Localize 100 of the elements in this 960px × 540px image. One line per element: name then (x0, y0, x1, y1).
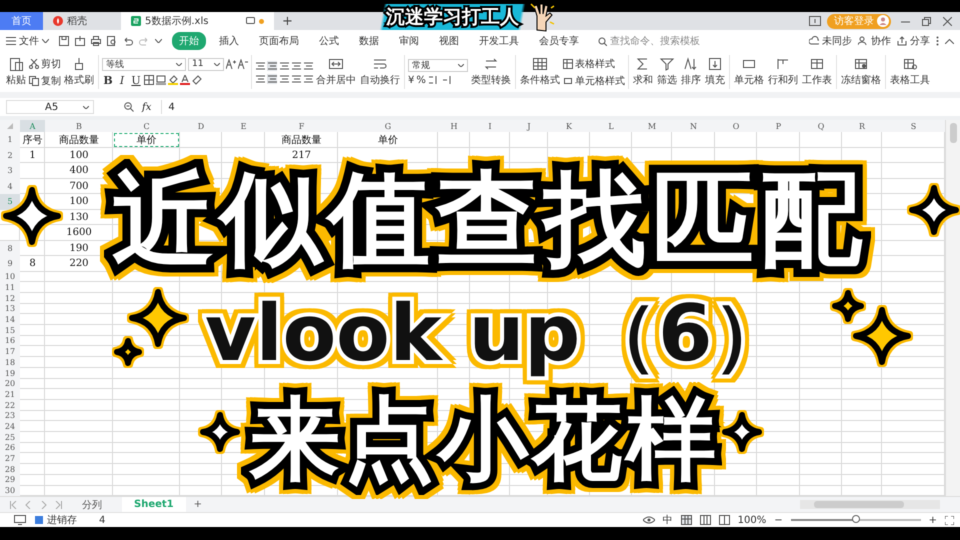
align-top-icon[interactable] (255, 60, 265, 70)
bold-button[interactable]: B (102, 74, 114, 86)
zoom-slider-thumb[interactable] (852, 515, 860, 523)
menu-tab[interactable]: 数据 (352, 32, 386, 50)
align-left-icon[interactable] (255, 74, 265, 84)
align-bottom-icon[interactable] (279, 60, 289, 70)
ribbon-button[interactable]: 筛选 (655, 57, 679, 87)
column-header[interactable]: C (113, 120, 180, 132)
column-header[interactable]: R (842, 120, 882, 132)
menu-tab[interactable]: 开发工具 (472, 32, 526, 50)
add-sheet-button[interactable]: + (194, 499, 202, 510)
align-right-icon[interactable] (279, 74, 289, 84)
row-header[interactable]: 26 (0, 442, 20, 454)
horizontal-scrollbar[interactable] (800, 500, 940, 509)
column-header[interactable]: I (470, 120, 510, 132)
border-icon[interactable] (144, 75, 154, 85)
row-header[interactable]: 12 (0, 292, 20, 304)
zoom-out-button[interactable]: − (774, 514, 783, 526)
row-header[interactable]: 21 (0, 389, 20, 400)
row-header[interactable]: 19 (0, 368, 20, 378)
justify-icon[interactable] (291, 74, 301, 84)
zoom-icon[interactable] (124, 102, 134, 112)
row-header[interactable]: 16 (0, 336, 20, 346)
file-menu[interactable]: 文件 (6, 34, 49, 48)
column-header[interactable]: J (510, 120, 548, 132)
export-icon[interactable] (75, 36, 85, 46)
column-header[interactable]: H (438, 120, 470, 132)
sheet-tab[interactable]: 分列 (70, 497, 114, 512)
outdent-icon[interactable] (291, 60, 301, 70)
undo-icon[interactable] (123, 36, 133, 46)
row-header[interactable]: 30 (0, 485, 20, 496)
cell-style-button[interactable]: 单元格样式 (563, 74, 625, 88)
collapse-icon[interactable] (945, 38, 954, 44)
column-header[interactable]: M (632, 120, 672, 132)
menu-tab[interactable]: 插入 (212, 32, 246, 50)
font-size-field[interactable]: 11 (188, 58, 224, 70)
ribbon-button[interactable]: 行和列 (766, 57, 800, 87)
close-icon[interactable] (943, 16, 952, 26)
zoom-level[interactable]: 100% (738, 514, 766, 526)
italic-button[interactable]: I (116, 74, 128, 86)
underline-button[interactable]: U (130, 74, 142, 86)
eye-icon[interactable] (642, 516, 655, 524)
row-header[interactable]: 14 (0, 314, 20, 325)
row-header[interactable]: 18 (0, 357, 20, 368)
row-header[interactable]: 10 (0, 272, 20, 282)
normal-view-icon[interactable] (680, 515, 692, 525)
menu-tab[interactable]: 视图 (432, 32, 466, 50)
table-style-button[interactable]: 表格样式 (563, 56, 625, 70)
format-painter-button[interactable]: 格式刷 (62, 57, 96, 87)
row-header[interactable]: 15 (0, 324, 20, 336)
vertical-scrollbar[interactable] (945, 120, 960, 496)
row-header[interactable]: 1 (0, 132, 20, 148)
row-header[interactable]: 27 (0, 453, 20, 464)
wrap-text-button[interactable]: 自动换行 (358, 57, 402, 87)
row-header[interactable]: 8 (0, 240, 20, 256)
cell-fill-icon[interactable] (156, 75, 166, 85)
indent-icon[interactable] (303, 60, 313, 70)
grow-font-icon[interactable] (226, 59, 236, 69)
cut-button[interactable]: 剪切 (29, 56, 61, 70)
monitor-icon[interactable] (14, 515, 26, 525)
ribbon-button[interactable]: 冻结窗格 (839, 57, 883, 87)
search-field[interactable]: 查找命令、搜索模板 (598, 34, 700, 48)
column-header[interactable]: Q (800, 120, 842, 132)
tab[interactable]: 首页 (0, 12, 43, 30)
row-header[interactable]: 17 (0, 346, 20, 357)
row-header[interactable]: 22 (0, 400, 20, 410)
preview-icon[interactable] (107, 36, 117, 46)
column-header[interactable]: D (180, 120, 222, 132)
column-header[interactable]: K (548, 120, 590, 132)
row-header[interactable]: 28 (0, 464, 20, 475)
tab[interactable]: 稻壳 (43, 12, 121, 30)
row-header[interactable]: 13 (0, 304, 20, 314)
more-icon[interactable] (936, 36, 939, 46)
insert-function-button[interactable]: fx (142, 102, 152, 112)
save-icon[interactable] (59, 36, 69, 46)
window-layout-icon[interactable] (809, 16, 821, 26)
paste-button[interactable]: 粘贴 (4, 57, 28, 87)
row-header[interactable]: 25 (0, 432, 20, 442)
ribbon-button[interactable]: 表格工具 (888, 57, 932, 87)
page-break-icon[interactable] (718, 515, 730, 525)
menu-tab[interactable]: 审阅 (392, 32, 426, 50)
align-center-icon[interactable] (267, 74, 277, 84)
zoom-in-button[interactable]: + (928, 514, 937, 526)
column-header[interactable]: P (757, 120, 800, 132)
caret-icon[interactable] (155, 39, 162, 43)
number-format-field[interactable]: 常规 (408, 58, 468, 72)
restore-icon[interactable] (922, 16, 931, 26)
ribbon-button[interactable]: 单元格 (732, 57, 766, 87)
ribbon-button[interactable]: 填充 (703, 57, 727, 87)
row-header[interactable]: 2 (0, 148, 20, 163)
row-header[interactable]: 11 (0, 282, 20, 293)
eraser-icon[interactable] (192, 75, 202, 85)
fullscreen-icon[interactable] (945, 516, 954, 524)
toolbar-button[interactable]: 分享 (897, 34, 930, 48)
row-header[interactable]: 29 (0, 474, 20, 486)
copy-button[interactable]: 复制 (29, 74, 61, 88)
column-header[interactable]: S (882, 120, 945, 132)
input-method-button[interactable]: 中 (662, 513, 673, 527)
column-header[interactable]: L (590, 120, 632, 132)
shrink-font-icon[interactable] (238, 59, 248, 69)
